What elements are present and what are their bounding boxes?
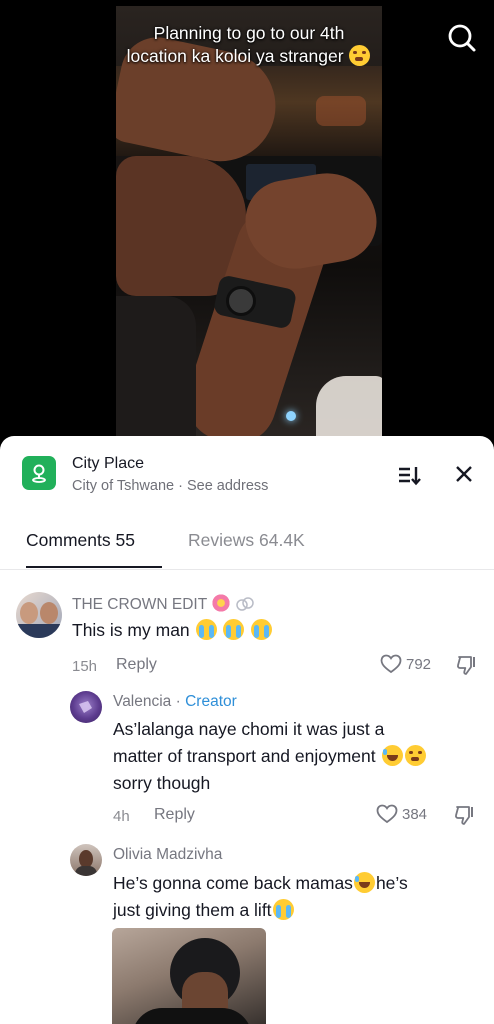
avatar[interactable] xyxy=(70,691,102,723)
comment-text-line-body: he’s xyxy=(375,873,408,893)
comment-image[interactable] xyxy=(112,928,266,1024)
search-button[interactable] xyxy=(444,20,480,56)
place-title: City Place xyxy=(72,455,145,472)
crying-emoji-icon xyxy=(272,899,294,920)
comment-username-text: THE CROWN EDIT xyxy=(72,596,207,613)
video-frame[interactable] xyxy=(116,6,382,440)
crying-emoji-icon xyxy=(251,619,273,640)
video-caption: Planning to go to our 4th location ka ko… xyxy=(124,22,374,68)
comment-image-body xyxy=(132,1008,252,1024)
location-pin-icon xyxy=(22,456,56,490)
tab-reviews[interactable]: Reviews 64.4K xyxy=(188,530,305,570)
dislike-button[interactable] xyxy=(455,654,479,681)
reply-button[interactable]: Reply xyxy=(154,806,195,824)
avatar[interactable] xyxy=(70,844,102,876)
close-icon xyxy=(456,466,472,482)
username-separator: · xyxy=(171,693,186,710)
avatar[interactable] xyxy=(16,592,62,638)
search-icon xyxy=(448,24,476,52)
tab-comments[interactable]: Comments 55 xyxy=(26,530,135,570)
comment-text-line: just giving them a lift xyxy=(113,897,483,924)
video-player[interactable]: Planning to go to our 4th location ka ko… xyxy=(0,0,494,440)
tab-bar: Comments 55 Reviews 64.4K xyxy=(0,520,494,570)
comment-time: 15h xyxy=(72,658,98,675)
like-button[interactable]: 384 xyxy=(376,804,427,824)
comment-text-line: sorry though xyxy=(113,773,211,793)
video-caption-text: Planning to go to our 4th location ka ko… xyxy=(126,23,345,66)
like-count: 384 xyxy=(402,805,428,823)
comment-username-text: Valencia xyxy=(113,693,172,710)
comment-text-line-body: matter of transport and enjoyment xyxy=(113,746,376,766)
reply-button[interactable]: Reply xyxy=(116,656,157,674)
heart-icon xyxy=(376,804,398,824)
comments-sheet: City Place City of Tshwane · See address… xyxy=(0,436,494,1024)
comment-time: 4h xyxy=(113,808,130,825)
sort-icon xyxy=(399,467,421,486)
place-subtitle[interactable]: City of Tshwane · See address xyxy=(72,478,268,494)
thumbs-down-icon xyxy=(455,806,473,825)
tab-active-indicator xyxy=(26,566,162,568)
sort-button[interactable] xyxy=(392,460,426,490)
flower-emoji-icon xyxy=(211,593,232,613)
comment-text-line: matter of transport and enjoyment xyxy=(113,743,483,770)
place-header[interactable]: City Place City of Tshwane · See address xyxy=(0,436,494,516)
comment-item: THE CROWN EDIT This is my man 15h Reply … xyxy=(0,586,494,676)
comment-text-line-body: just giving them a lift xyxy=(113,900,272,920)
laughing-emoji-icon xyxy=(381,745,403,766)
comment-username[interactable]: THE CROWN EDIT xyxy=(72,593,254,614)
comment-username[interactable]: Olivia Madzivha xyxy=(113,846,222,864)
video-light xyxy=(316,96,366,126)
comment-text: This is my man xyxy=(72,617,273,644)
yawn-emoji-icon xyxy=(404,745,426,766)
video-seat xyxy=(116,296,196,440)
video-cloth xyxy=(316,376,382,440)
rings-emoji-icon xyxy=(235,597,254,611)
video-led xyxy=(286,411,296,421)
laughing-emoji-icon xyxy=(353,872,375,893)
comment-username[interactable]: Valencia · Creator xyxy=(113,693,237,711)
comment-text-body: This is my man xyxy=(72,620,190,640)
thumbs-down-icon xyxy=(457,656,475,675)
creator-badge: Creator xyxy=(185,693,237,710)
like-button[interactable]: 792 xyxy=(380,654,431,674)
close-button[interactable] xyxy=(448,458,480,490)
yawn-emoji-icon xyxy=(349,45,371,66)
comment-text-line: As’lalanga naye chomi it was just a xyxy=(113,719,385,739)
like-count: 792 xyxy=(406,655,432,673)
crying-emoji-icon xyxy=(223,619,245,640)
heart-icon xyxy=(380,654,402,674)
comment-text-line-body: He’s gonna come back mamas xyxy=(113,873,353,893)
dislike-button[interactable] xyxy=(453,804,477,831)
crying-emoji-icon xyxy=(195,619,217,640)
video-watch-face xyxy=(226,286,256,316)
comment-item: Valencia · Creator As’lalanga naye chomi… xyxy=(0,686,494,836)
comment-text-line: He’s gonna come back mamas he’s xyxy=(113,870,483,897)
comment-text: He’s gonna come back mamas he’s just givi… xyxy=(113,870,483,924)
comment-text: As’lalanga naye chomi it was just a matt… xyxy=(113,716,483,797)
